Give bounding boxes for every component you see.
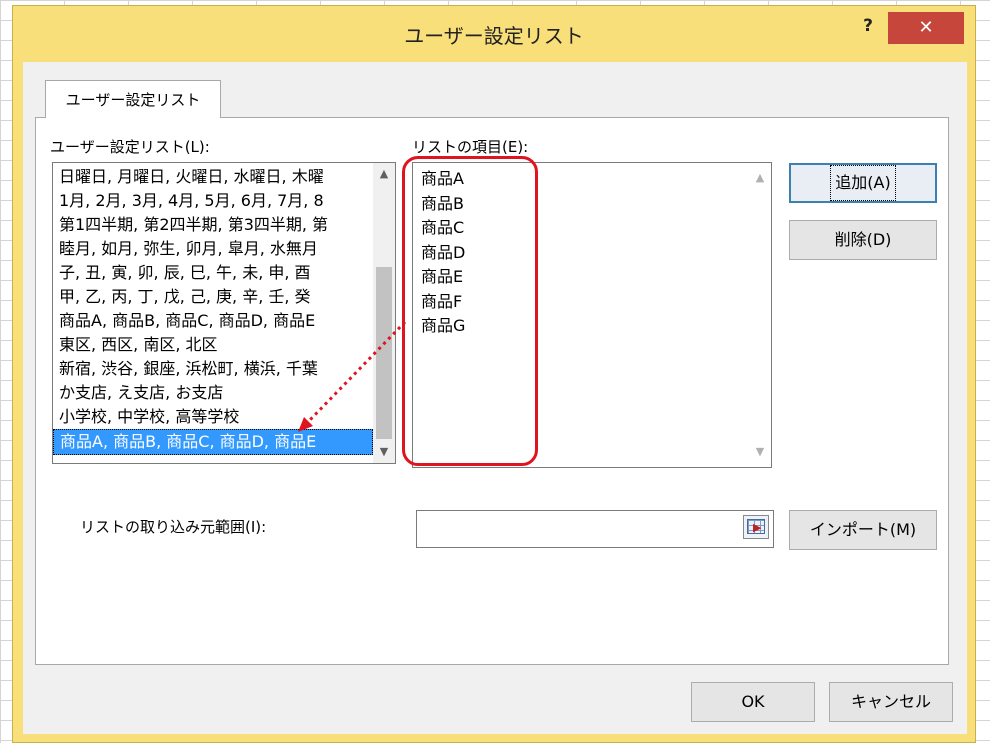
title-bar[interactable]: ユーザー設定リスト ? ✕ bbox=[13, 6, 975, 62]
add-button[interactable]: 追加(A) bbox=[789, 163, 937, 203]
custom-list-item[interactable]: 睦月, 如月, 弥生, 卯月, 皐月, 水無月 bbox=[53, 237, 373, 261]
custom-list-item[interactable]: 商品A, 商品B, 商品C, 商品D, 商品E bbox=[53, 429, 373, 455]
range-selector-icon[interactable]: ▶ bbox=[743, 515, 769, 539]
tab-custom-lists[interactable]: ユーザー設定リスト bbox=[45, 80, 221, 118]
import-range-label: リストの取り込み元範囲(I): bbox=[80, 518, 267, 536]
scrollbar-thumb[interactable] bbox=[376, 267, 392, 439]
custom-list-item[interactable]: 小学校, 中学校, 高等学校 bbox=[53, 405, 373, 429]
ok-button[interactable]: OK bbox=[691, 682, 815, 722]
delete-button-label: 削除(D) bbox=[834, 230, 892, 249]
delete-button[interactable]: 削除(D) bbox=[789, 220, 937, 260]
custom-list-item[interactable]: か支店, え支店, お支店 bbox=[53, 381, 373, 405]
list-entries-scrollbar[interactable]: ▲ ▼ bbox=[749, 163, 771, 467]
list-entries-label: リストの項目(E): bbox=[412, 138, 529, 156]
custom-list-item[interactable]: 第1四半期, 第2四半期, 第3四半期, 第 bbox=[53, 213, 373, 237]
add-button-label: 追加(A) bbox=[830, 165, 896, 201]
custom-list-item[interactable]: 商品A, 商品B, 商品C, 商品D, 商品E bbox=[53, 309, 373, 333]
scroll-down-icon[interactable]: ▼ bbox=[373, 441, 395, 463]
custom-list-item[interactable]: 日曜日, 月曜日, 火曜日, 水曜日, 木曜 bbox=[53, 165, 373, 189]
help-button[interactable]: ? bbox=[853, 12, 883, 40]
custom-lists-scrollbar[interactable]: ▲ ▼ bbox=[373, 163, 395, 463]
import-range-input[interactable]: ▶ bbox=[416, 510, 774, 548]
cancel-button-label: キャンセル bbox=[850, 692, 931, 711]
scroll-up-icon[interactable]: ▲ bbox=[373, 163, 395, 185]
cancel-button[interactable]: キャンセル bbox=[829, 682, 953, 722]
import-button[interactable]: インポート(M) bbox=[789, 510, 937, 550]
ok-button-label: OK bbox=[741, 692, 765, 711]
custom-list-item[interactable]: 東区, 西区, 南区, 北区 bbox=[53, 333, 373, 357]
custom-list-item[interactable]: 1月, 2月, 3月, 4月, 5月, 6月, 7月, 8 bbox=[53, 189, 373, 213]
dialog-title: ユーザー設定リスト bbox=[404, 24, 584, 48]
custom-list-item[interactable]: 子, 丑, 寅, 卯, 辰, 巳, 午, 未, 申, 酉 bbox=[53, 261, 373, 285]
scroll-up-icon[interactable]: ▲ bbox=[749, 167, 771, 189]
scroll-down-icon[interactable]: ▼ bbox=[749, 441, 771, 463]
close-button[interactable]: ✕ bbox=[888, 12, 964, 44]
custom-list-item[interactable]: 新宿, 渋谷, 銀座, 浜松町, 横浜, 千葉 bbox=[53, 357, 373, 381]
custom-list-item[interactable]: 甲, 乙, 丙, 丁, 戊, 己, 庚, 辛, 壬, 癸 bbox=[53, 285, 373, 309]
import-button-label: インポート(M) bbox=[809, 520, 917, 539]
annotation-highlight-box bbox=[402, 156, 538, 466]
custom-lists-listbox[interactable]: 日曜日, 月曜日, 火曜日, 水曜日, 木曜 1月, 2月, 3月, 4月, 5月… bbox=[52, 162, 396, 464]
close-icon: ✕ bbox=[918, 17, 934, 38]
custom-lists-label: ユーザー設定リスト(L): bbox=[50, 138, 210, 156]
